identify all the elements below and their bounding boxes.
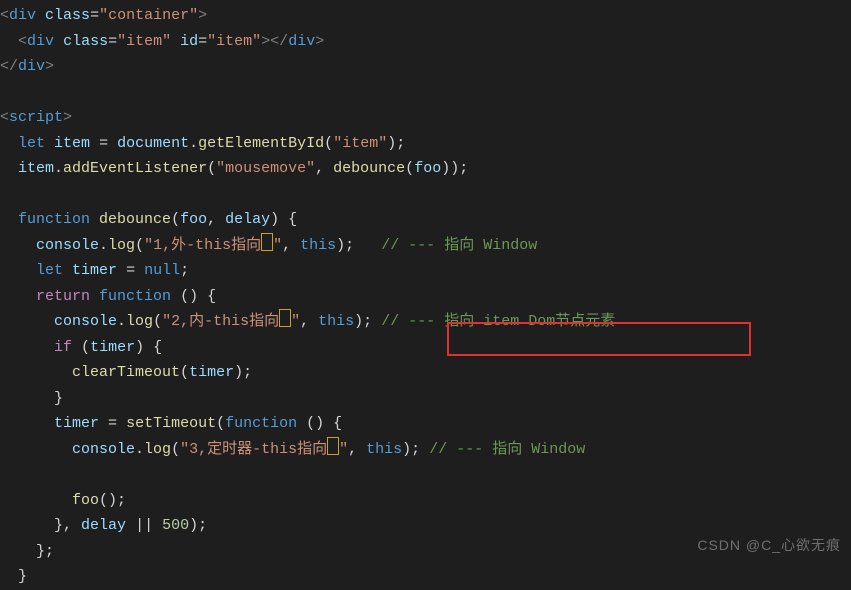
invalid-char-box xyxy=(327,437,339,455)
invalid-char-box xyxy=(279,309,291,327)
code-block: <div class="container"> <div class="item… xyxy=(0,0,851,590)
invalid-char-box xyxy=(261,233,273,251)
